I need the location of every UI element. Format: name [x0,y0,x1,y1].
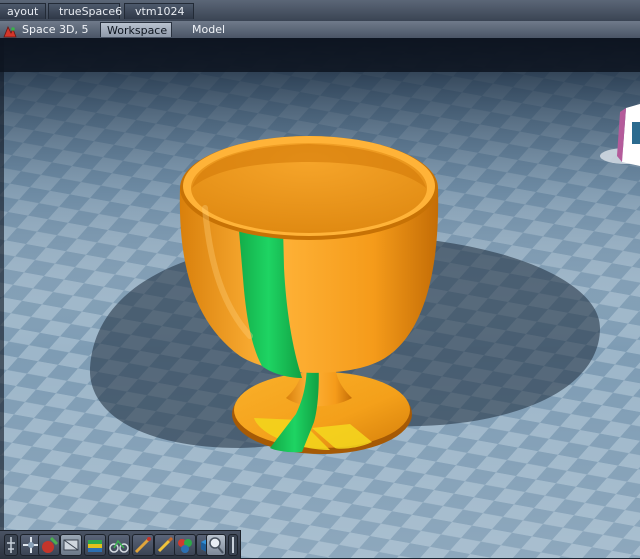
layout-tab-layout[interactable]: ayout [0,3,46,19]
brush-icon[interactable] [132,534,154,556]
bike-icon[interactable] [108,534,130,556]
slider-icon[interactable] [228,534,238,556]
layout-tab-bar: ayout trueSpace6 vtm1024 [0,0,640,22]
paint-object-icon[interactable] [38,534,60,556]
layout-tab-truespace6[interactable]: trueSpace6 [48,3,122,19]
bottom-toolbar [0,530,241,559]
toolbar-handle[interactable] [4,534,18,556]
pencil-icon[interactable] [154,534,176,556]
tab-workspace[interactable]: Workspace [100,22,172,37]
spheres-icon[interactable] [174,534,196,556]
truespace-logo-icon[interactable] [3,23,17,38]
viewport-title: Space 3D, 5 [22,23,89,36]
layout-tab-vtm1024[interactable]: vtm1024 [124,3,194,19]
material-icon[interactable] [60,534,82,556]
3d-viewport[interactable] [0,38,640,558]
scene-render [0,38,640,558]
zoom-icon[interactable] [206,534,226,556]
viewport-header: Space 3D, 5 Workspace Model [0,21,640,39]
tab-model[interactable]: Model [186,22,231,37]
layers-icon[interactable] [84,534,106,556]
